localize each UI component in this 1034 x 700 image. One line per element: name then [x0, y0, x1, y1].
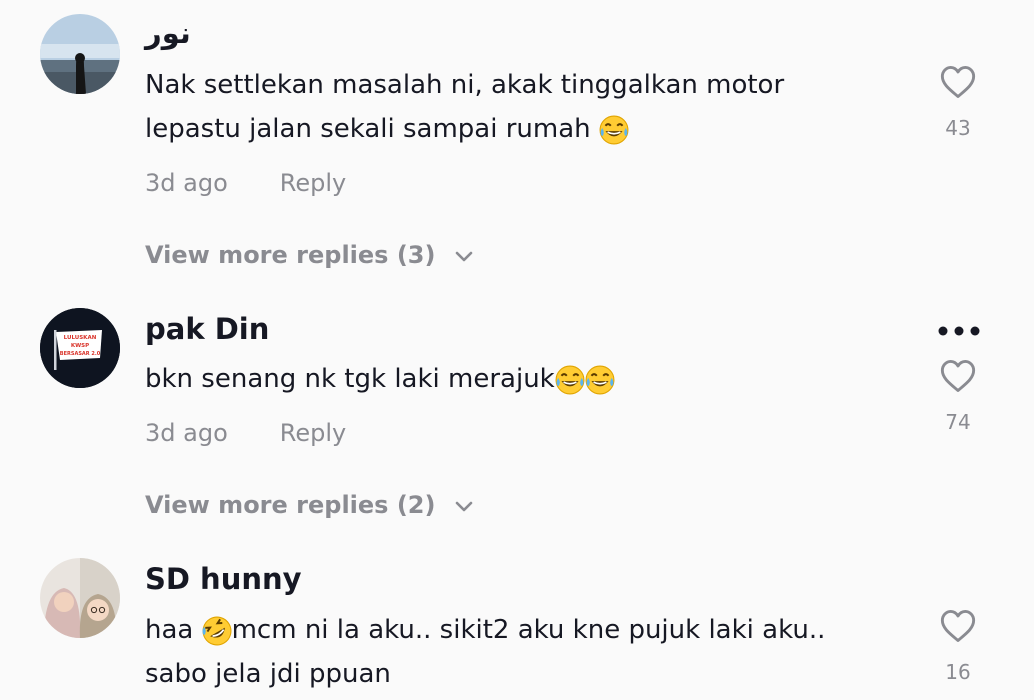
comment-text: Nak settlekan masalah ni, akak tinggalka…: [145, 63, 905, 151]
comment-text-content: bkn senang nk tgk laki merajuk: [145, 364, 555, 394]
like-control: 16: [934, 608, 982, 684]
chevron-down-icon: [455, 501, 473, 512]
like-control: 43: [934, 64, 982, 140]
avatar[interactable]: [40, 558, 120, 638]
heart-icon[interactable]: [939, 64, 977, 100]
comment-meta: 3d ago Reply: [145, 419, 346, 447]
comment-text: bkn senang nk tgk laki merajuk: [145, 357, 905, 401]
heart-icon[interactable]: [939, 608, 977, 644]
view-more-label: View more replies (3): [145, 241, 436, 269]
comment-text-line-2-wrap: lepastu jalan sekali sampai rumah: [145, 107, 905, 151]
svg-text:LULUSKAN: LULUSKAN: [64, 335, 97, 341]
like-count: 16: [945, 660, 971, 684]
like-control: 74: [934, 358, 982, 434]
username[interactable]: pak Din: [145, 312, 269, 346]
username[interactable]: نور: [145, 16, 191, 50]
chevron-down-icon: [455, 251, 473, 262]
avatar[interactable]: LULUSKAN KWSP BERSASAR 2.0: [40, 308, 120, 388]
username[interactable]: SD hunny: [145, 562, 302, 596]
comment-text-line-2: sabo jela jdi ppuan: [145, 659, 391, 689]
avatar[interactable]: [40, 14, 120, 94]
comment-meta: 3d ago Reply: [145, 169, 346, 197]
timestamp: 3d ago: [145, 419, 228, 447]
comment-text: haa mcm ni la aku.. sikit2 aku kne pujuk…: [145, 608, 905, 696]
like-count: 74: [945, 410, 971, 434]
more-options-icon[interactable]: [936, 322, 982, 340]
heart-icon[interactable]: [939, 358, 977, 394]
reply-button[interactable]: Reply: [280, 419, 346, 447]
comment-text-line-1: Nak settlekan masalah ni, akak tinggalka…: [145, 70, 785, 100]
comment-text-after-emoji: mcm ni la aku.. sikit2 aku kne pujuk lak…: [231, 615, 826, 645]
tears-of-joy-emoji-icon: [554, 364, 585, 395]
view-more-replies-button[interactable]: View more replies (3): [145, 241, 474, 269]
reply-button[interactable]: Reply: [280, 169, 346, 197]
comment-text-line-2: lepastu jalan sekali sampai rumah: [145, 114, 591, 144]
view-more-replies-button[interactable]: View more replies (2): [145, 491, 474, 519]
timestamp: 3d ago: [145, 169, 228, 197]
svg-text:BERSASAR 2.0: BERSASAR 2.0: [60, 351, 101, 357]
comment-text-line-1-wrap: haa mcm ni la aku.. sikit2 aku kne pujuk…: [145, 608, 905, 652]
tears-of-joy-emoji-icon: [584, 364, 615, 395]
rolling-laughing-emoji-icon: [201, 615, 232, 646]
svg-text:KWSP: KWSP: [71, 343, 89, 349]
comment-text-before-emoji: haa: [145, 615, 202, 645]
tears-of-joy-emoji-icon: [598, 114, 629, 145]
view-more-label: View more replies (2): [145, 491, 436, 519]
like-count: 43: [945, 116, 971, 140]
